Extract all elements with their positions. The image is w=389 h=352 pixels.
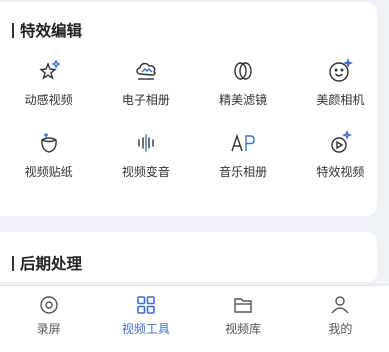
tab-video-tools[interactable]: 视频工具 — [97, 286, 194, 352]
post-processing-card: 后期处理 — [0, 232, 377, 282]
sticker-icon — [36, 130, 62, 156]
tool-filters[interactable]: 精美滤镜 — [195, 58, 292, 108]
tab-label: 视频工具 — [121, 322, 170, 336]
tab-label: 我的 — [328, 322, 353, 336]
tool-label: 精美滤镜 — [219, 93, 268, 107]
tool-music-album[interactable]: 音乐相册 — [195, 130, 292, 180]
smiley-face-icon — [327, 58, 354, 84]
tool-label: 特效视频 — [316, 165, 365, 179]
tab-label: 视频库 — [225, 322, 262, 336]
person-icon — [328, 294, 352, 316]
title-bar — [12, 255, 14, 271]
folder-icon — [231, 294, 255, 316]
tool-effect-video[interactable]: 特效视频 — [292, 130, 389, 180]
soundwave-icon — [133, 130, 159, 156]
sparkle-stars-icon — [36, 58, 62, 84]
effects-tool-grid: 动感视频 电子相册 精美滤镜 美颜相机 视频贴纸 视频变音 音乐相册 特效视频 — [0, 58, 389, 180]
post-section-title: 后期处理 — [12, 252, 82, 274]
title-bar — [12, 22, 14, 38]
tool-electronic-album[interactable]: 电子相册 — [97, 58, 194, 108]
bottom-tab-bar: 录屏 视频工具 视频库 我的 — [0, 285, 389, 352]
effects-section-title: 特效编辑 — [12, 19, 82, 41]
effects-title-text: 特效编辑 — [20, 22, 83, 40]
tool-label: 视频贴纸 — [24, 165, 73, 179]
tool-beauty-camera[interactable]: 美颜相机 — [292, 58, 389, 108]
tab-video-library[interactable]: 视频库 — [195, 286, 292, 352]
cloud-album-icon — [133, 58, 159, 84]
music-text-icon — [230, 130, 256, 156]
effect-video-icon — [327, 130, 353, 156]
tool-label: 视频变音 — [121, 165, 170, 179]
effects-card: 特效编辑 动感视频 电子相册 精美滤镜 美颜相机 视频贴纸 视频变音 音乐相册 … — [0, 2, 377, 216]
post-title-text: 后期处理 — [20, 255, 83, 273]
tools-grid-icon — [134, 294, 158, 316]
tool-label: 电子相册 — [121, 93, 170, 107]
filter-rings-icon — [230, 58, 256, 84]
tab-record[interactable]: 录屏 — [0, 286, 97, 352]
tool-video-sticker[interactable]: 视频贴纸 — [0, 130, 97, 180]
tab-mine[interactable]: 我的 — [292, 286, 389, 352]
tool-voice-change[interactable]: 视频变音 — [97, 130, 194, 180]
tool-label: 动感视频 — [24, 93, 73, 107]
tab-label: 录屏 — [36, 322, 61, 336]
tool-dynamic-video[interactable]: 动感视频 — [0, 58, 97, 108]
tool-label: 美颜相机 — [316, 93, 365, 107]
tool-label: 音乐相册 — [219, 165, 268, 179]
record-icon — [37, 294, 61, 316]
